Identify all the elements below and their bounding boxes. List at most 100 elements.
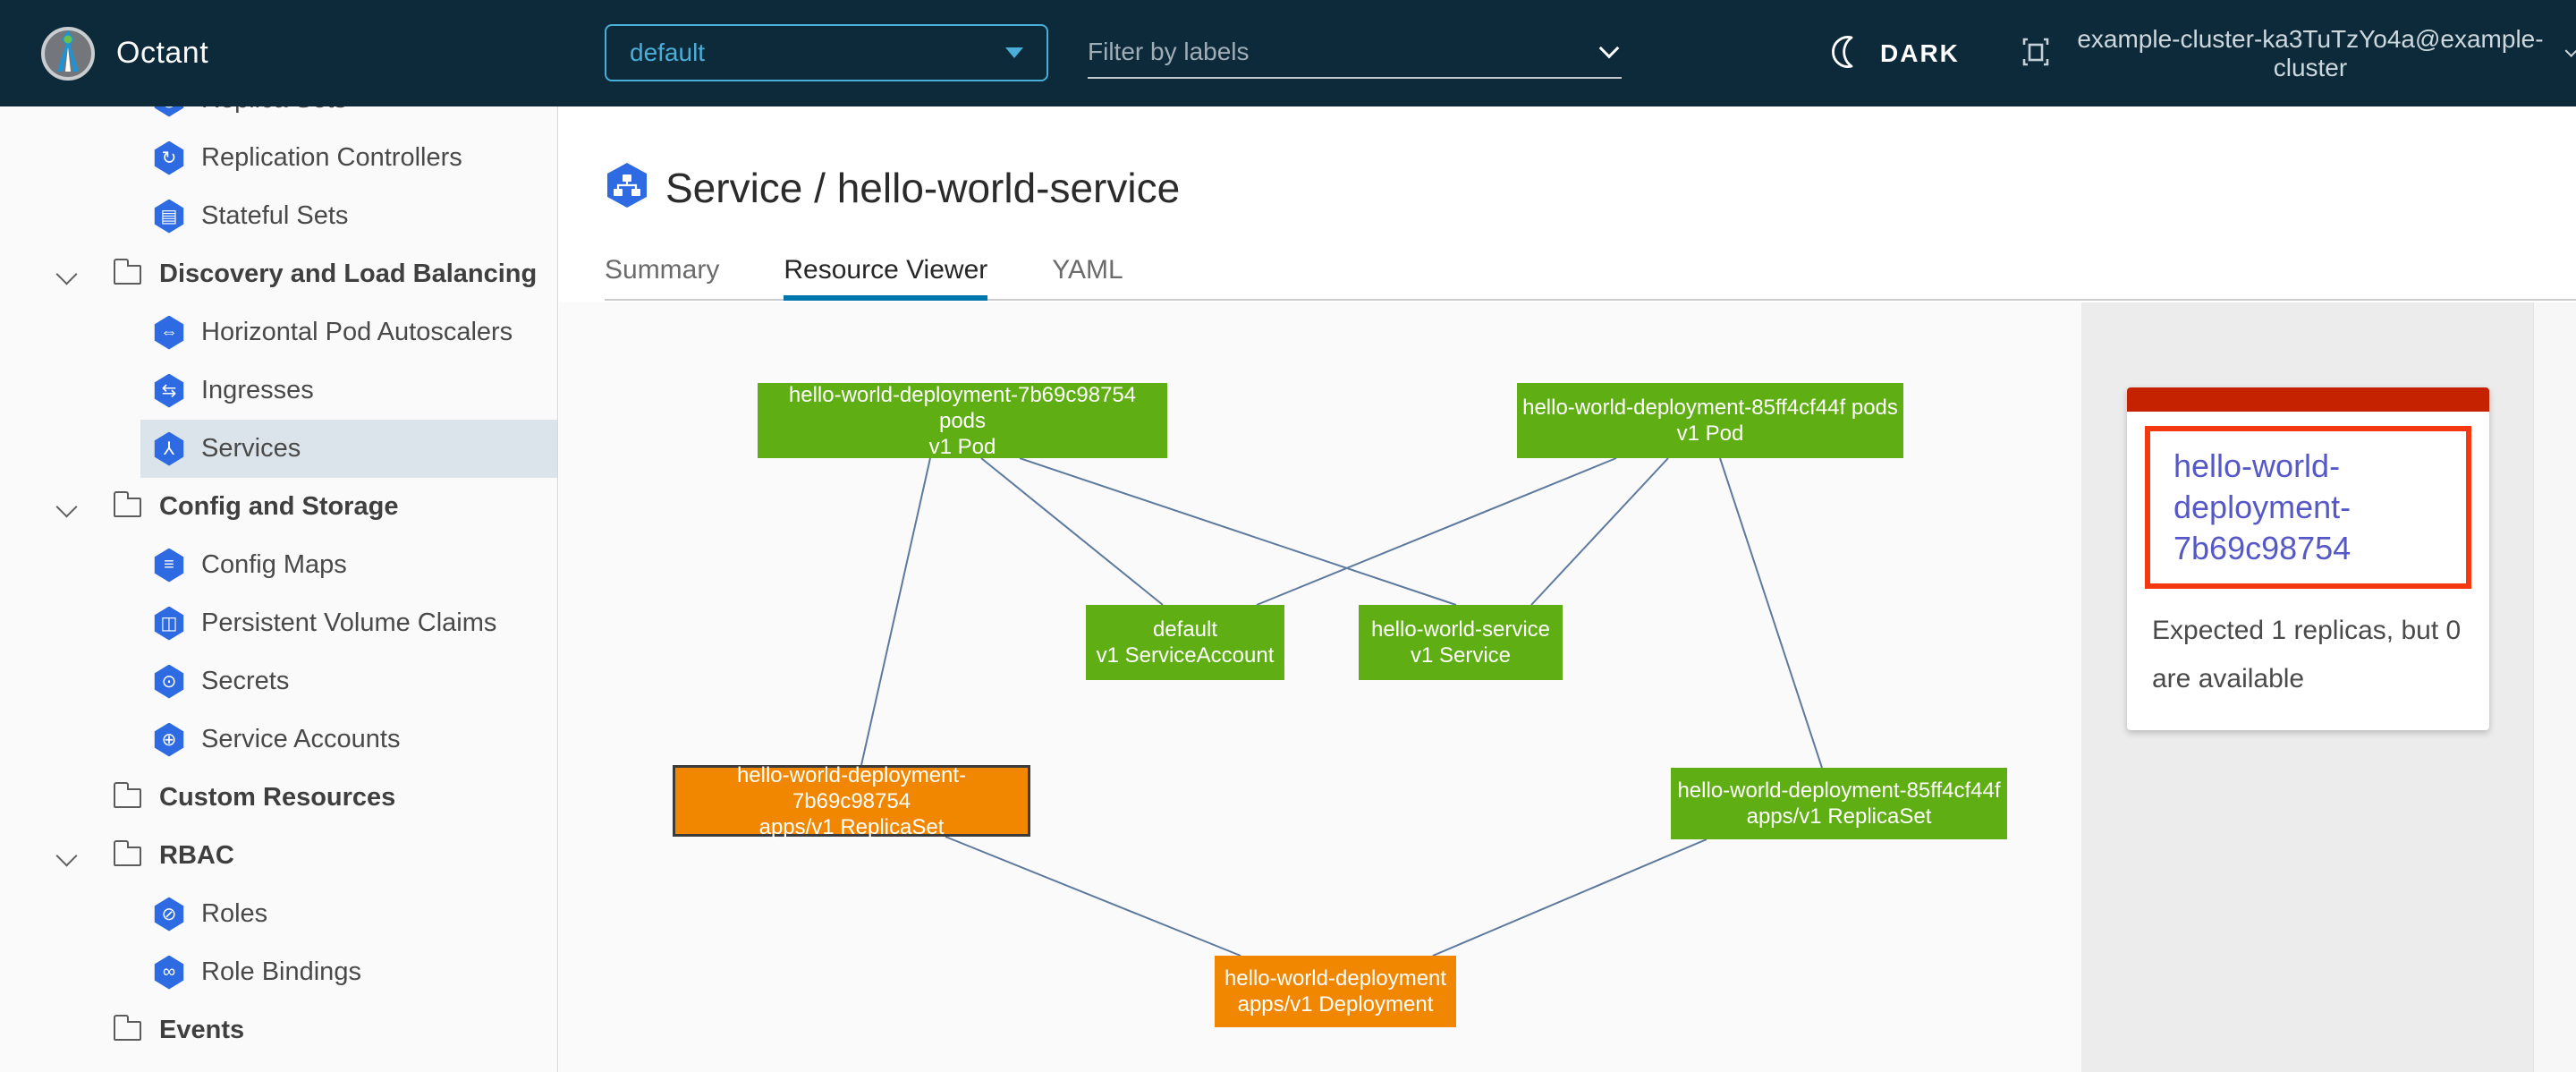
- roles-icon: ⊘: [153, 898, 185, 932]
- node-subtitle: v1 ServiceAccount: [1097, 642, 1275, 668]
- sidebar-item-stateful-sets[interactable]: ▤ Stateful Sets: [0, 187, 558, 245]
- status-error-bar: [2127, 387, 2489, 412]
- role-bindings-icon: ∞: [153, 956, 185, 990]
- label-filter-input[interactable]: [1088, 38, 1602, 66]
- resource-link[interactable]: hello-world-deployment-7b69c98754: [2174, 446, 2448, 569]
- sidebar-item-horizontal-pod-autoscalers[interactable]: ⇔Horizontal Pod Autoscalers: [0, 303, 558, 362]
- sidebar-item-replication-controllers[interactable]: ↻ Replication Controllers: [0, 129, 558, 187]
- sidebar-item-persistent-volume-claims[interactable]: ◫Persistent Volume Claims: [0, 594, 558, 652]
- sidebar-item-label: Secrets: [201, 667, 289, 696]
- graph-node-replicaset-7b69c98754[interactable]: hello-world-deployment-7b69c98754apps/v1…: [673, 765, 1030, 837]
- service-accounts-icon: ⊕: [153, 723, 185, 757]
- cluster-context-label: example-cluster-ka3TuTzYo4a@example-clus…: [2068, 25, 2553, 82]
- node-label: hello-world-deployment-7b69c98754 pods: [763, 382, 1162, 434]
- service-icon: [605, 162, 649, 213]
- label-filter: [1088, 27, 1622, 79]
- sidebar-item-events[interactable]: Events: [0, 1001, 558, 1059]
- graph-edge: [981, 458, 1163, 605]
- sidebar-item-label: Ingresses: [201, 376, 314, 405]
- moon-icon: [1828, 32, 1868, 74]
- scrollbar-gutter[interactable]: [2533, 302, 2576, 1072]
- services-icon: ⅄: [153, 432, 185, 466]
- sidebar-item-custom-resources[interactable]: Custom Resources: [0, 769, 558, 827]
- sidebar-item-label: Roles: [201, 899, 267, 929]
- node-label: hello-world-deployment-85ff4cf44f pods: [1522, 395, 1898, 421]
- app-title: Octant: [116, 0, 208, 106]
- folder-icon: [114, 1021, 141, 1041]
- page-title: Service / hello-world-service: [665, 164, 1180, 212]
- sidebar-item-discovery-and-load-balancing[interactable]: Discovery and Load Balancing: [0, 245, 558, 303]
- graph-node-pod-85ff4cf44f[interactable]: hello-world-deployment-85ff4cf44f podsv1…: [1517, 383, 1903, 458]
- sidebar-item-config-and-storage[interactable]: Config and Storage: [0, 478, 558, 536]
- graph-node-service-hello-world-service[interactable]: hello-world-servicev1 Service: [1359, 605, 1563, 680]
- sidebar-group-label: Discovery and Load Balancing: [159, 259, 537, 289]
- chevron-down-icon[interactable]: [55, 845, 77, 866]
- folder-icon: [114, 788, 141, 808]
- sidebar-item-replica-sets[interactable]: ◉ Replica Sets: [0, 106, 558, 129]
- chevron-down-icon[interactable]: [55, 496, 77, 517]
- tab-resource-viewer[interactable]: Resource Viewer: [784, 241, 987, 299]
- node-label: hello-world-deployment-7b69c98754: [681, 762, 1022, 814]
- graph-edge: [1531, 458, 1668, 605]
- node-label: hello-world-deployment: [1224, 966, 1446, 991]
- node-subtitle: apps/v1 ReplicaSet: [759, 814, 945, 840]
- graph-edge: [945, 837, 1241, 956]
- node-subtitle: v1 Pod: [929, 434, 996, 460]
- namespace-select[interactable]: default: [605, 24, 1048, 81]
- folder-icon: [114, 847, 141, 866]
- graph-node-replicaset-85ff4cf44f[interactable]: hello-world-deployment-85ff4cf44fapps/v1…: [1671, 768, 2007, 839]
- detail-panel: hello-world-deployment-7b69c98754 Expect…: [2081, 302, 2533, 1072]
- sidebar-item-rbac[interactable]: RBAC: [0, 827, 558, 885]
- tab-summary[interactable]: Summary: [605, 241, 719, 299]
- sidebar-item-label: Replica Sets: [201, 106, 347, 115]
- sidebar-item-label: Role Bindings: [201, 957, 361, 987]
- caret-down-icon: [1005, 47, 1023, 58]
- replication-controllers-icon: ↻: [153, 141, 185, 175]
- secrets-icon: ⊙: [153, 665, 185, 699]
- tab-yaml[interactable]: YAML: [1052, 241, 1123, 299]
- chevron-down-icon[interactable]: [55, 263, 77, 285]
- config-maps-icon: ≡: [153, 549, 185, 583]
- dark-theme-label: DARK: [1880, 39, 1960, 68]
- sidebar-item-label: Service Accounts: [201, 725, 400, 754]
- status-message: Expected 1 replicas, but 0 are available: [2152, 607, 2465, 703]
- namespace-select-value: default: [630, 38, 1005, 67]
- sidebar-item-label: Stateful Sets: [201, 201, 348, 231]
- app-header: Octant default DARK example-cluster-ka3T…: [0, 0, 2576, 106]
- sidebar-item-role-bindings[interactable]: ∞ Role Bindings: [0, 943, 558, 1001]
- sidebar-item-ingresses[interactable]: ⇆ Ingresses: [0, 362, 558, 420]
- sidebar-item-label: Replication Controllers: [201, 143, 462, 173]
- tab-bar: Summary Resource Viewer YAML: [605, 241, 2576, 301]
- sidebar-item-label: Horizontal Pod Autoscalers: [201, 318, 513, 347]
- ingresses-icon: ⇆: [153, 374, 185, 408]
- sidebar: ◉ Replica Sets ↻ Replication Controllers ▤ St…: [0, 106, 558, 1072]
- graph-node-serviceaccount-default[interactable]: defaultv1 ServiceAccount: [1086, 605, 1284, 680]
- graph-edge: [1020, 458, 1456, 605]
- sidebar-item-roles[interactable]: ⊘ Roles: [0, 885, 558, 943]
- folder-icon: [114, 265, 141, 285]
- graph-node-pod-7b69c98754[interactable]: hello-world-deployment-7b69c98754 podsv1…: [758, 383, 1167, 458]
- node-subtitle: v1 Service: [1411, 642, 1511, 668]
- graph-edge: [861, 458, 930, 765]
- sidebar-item-config-maps[interactable]: ≡ Config Maps: [0, 536, 558, 594]
- sidebar-item-service-accounts[interactable]: ⊕ Service Accounts: [0, 710, 558, 769]
- node-label: hello-world-deployment-85ff4cf44f: [1677, 778, 2000, 804]
- cluster-context-selector[interactable]: example-cluster-ka3TuTzYo4a@example-clus…: [2018, 0, 2576, 106]
- graph-node-deployment-hello-world[interactable]: hello-world-deploymentapps/v1 Deployment: [1215, 956, 1456, 1027]
- node-subtitle: apps/v1 ReplicaSet: [1747, 804, 1932, 830]
- graph-edge: [1720, 458, 1822, 768]
- sidebar-item-secrets[interactable]: ⊙ Secrets: [0, 652, 558, 710]
- sidebar-item-services[interactable]: ⅄Services: [0, 420, 558, 478]
- dark-theme-toggle[interactable]: DARK: [1828, 0, 1960, 106]
- node-label: default: [1153, 617, 1217, 642]
- sidebar-item-label: Config Maps: [201, 550, 347, 580]
- selected-resource-box: hello-world-deployment-7b69c98754: [2145, 426, 2471, 589]
- replica-sets-icon: ◉: [153, 106, 185, 117]
- main-content: Service / hello-world-service Summary Res…: [559, 106, 2576, 1072]
- stateful-sets-icon: ▤: [153, 200, 185, 234]
- sidebar-group-label: Events: [159, 1016, 244, 1045]
- sidebar-item-label: Persistent Volume Claims: [201, 608, 496, 638]
- graph-edge: [1433, 839, 1707, 956]
- node-label: hello-world-service: [1371, 617, 1550, 642]
- cluster-icon: [2018, 34, 2054, 72]
